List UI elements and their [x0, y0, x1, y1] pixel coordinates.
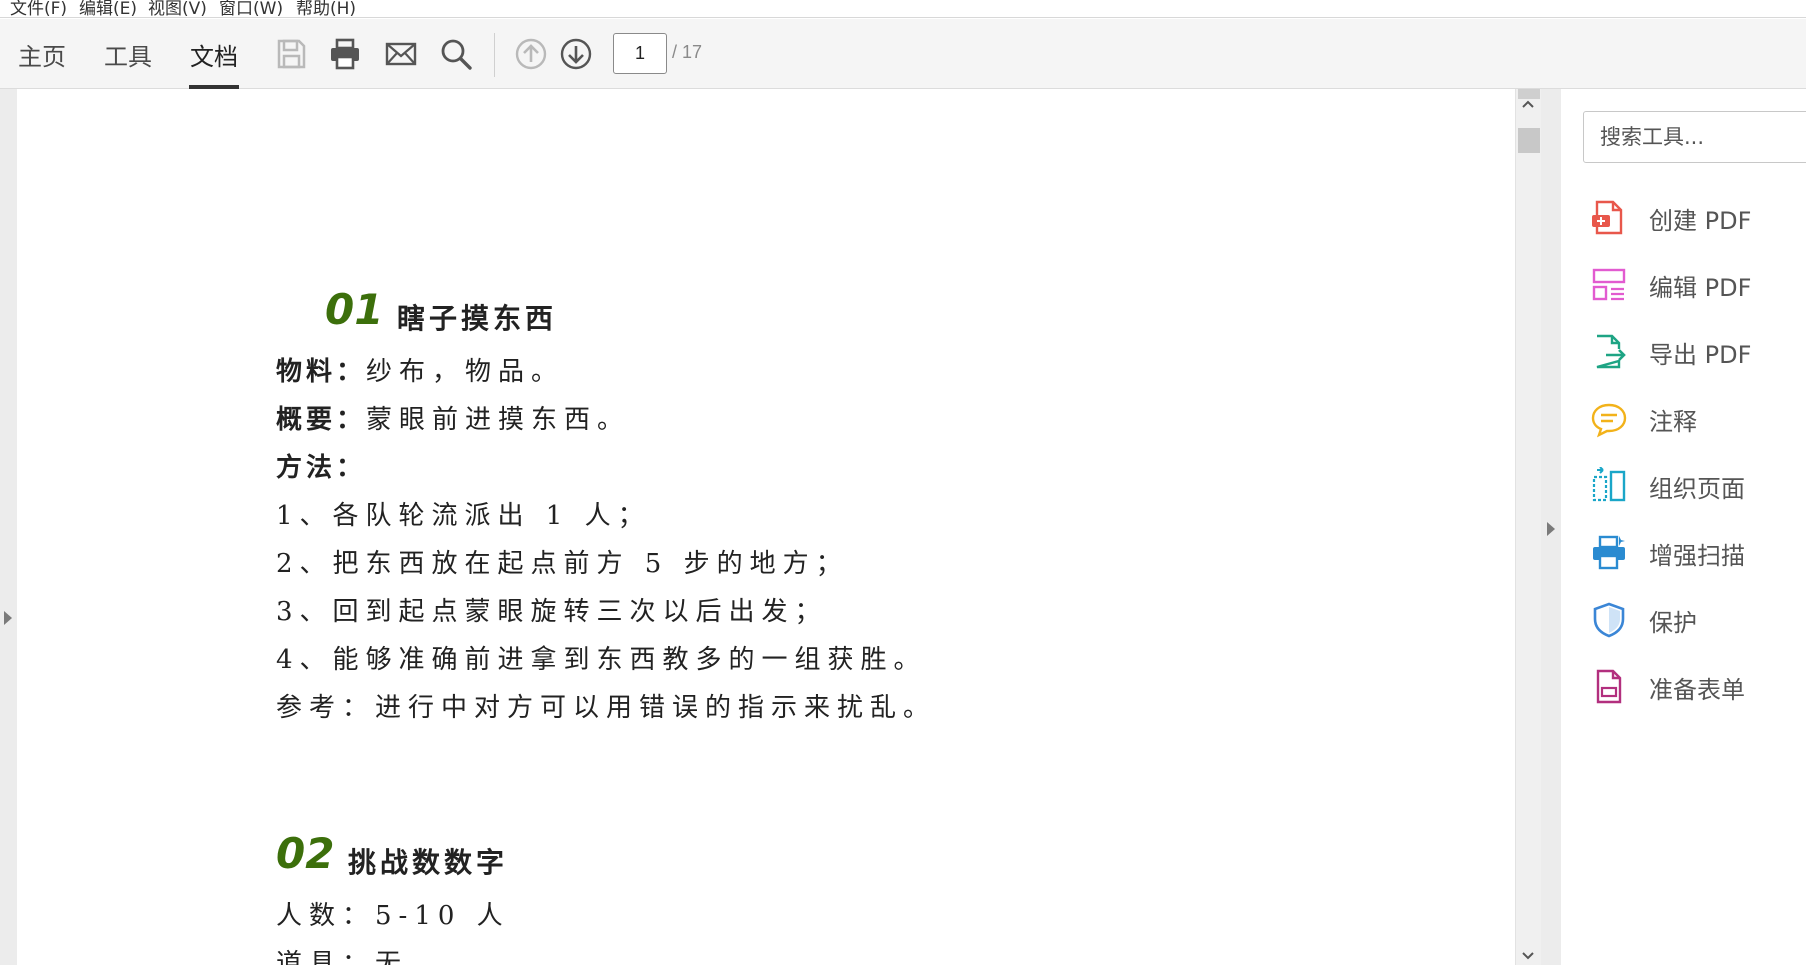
protect-icon	[1591, 601, 1627, 639]
organize-pages-icon	[1591, 466, 1627, 505]
envelope-icon	[385, 42, 417, 66]
left-pane-toggle-strip[interactable]	[0, 89, 17, 965]
save-icon	[277, 39, 306, 69]
section-1-line: 概要：蒙眼前进摸东西。	[276, 399, 630, 436]
tool-label: 组织页面	[1649, 475, 1745, 503]
section-1-line: 2、把东西放在起点前方 5 步的地方；	[276, 543, 849, 580]
enhance-scan-icon	[1591, 534, 1627, 572]
section-1-line: 4、能够准确前进拿到东西教多的一组获胜。	[276, 639, 927, 676]
search-icon	[441, 39, 472, 70]
tool-export-pdf[interactable]: 导出 PDF	[1591, 327, 1806, 377]
line-text: 人数：5-10 人	[276, 901, 510, 931]
menu-view[interactable]: 视图(V)	[148, 0, 207, 17]
tool-edit-pdf[interactable]: 编辑 PDF	[1591, 260, 1806, 310]
collapse-right-pane-icon[interactable]	[1547, 522, 1555, 536]
section-1-title: 瞎子摸东西	[397, 302, 558, 335]
line-text: 4、能够准确前进拿到东西教多的一组获胜。	[276, 645, 927, 675]
line-text: 纱布，物品。	[366, 357, 565, 387]
previous-page-button[interactable]	[511, 34, 551, 74]
menu-help[interactable]: 帮助(H)	[296, 0, 356, 17]
expand-left-pane-icon[interactable]	[4, 611, 12, 625]
line-text: 1、各队轮流派出 1 人；	[276, 501, 651, 531]
export-pdf-icon	[1591, 333, 1627, 371]
section-2-line: 人数：5-10 人	[276, 895, 510, 932]
page-number-input[interactable]	[613, 33, 667, 74]
save-button[interactable]	[271, 34, 311, 74]
tool-create-pdf[interactable]: 创建 PDF	[1591, 193, 1806, 243]
section-2-line: 道具：无	[276, 943, 408, 965]
tool-label: 编辑 PDF	[1649, 274, 1752, 302]
vertical-scrollbar[interactable]	[1515, 89, 1541, 965]
toolbar: 主页 工具 文档 1 / 17	[0, 19, 1806, 89]
prepare-form-icon	[1591, 668, 1627, 706]
section-2-title: 挑战数数字	[348, 846, 509, 879]
line-text: 蒙眼前进摸东西。	[366, 405, 631, 435]
tool-label: 导出 PDF	[1649, 341, 1752, 369]
tool-label: 创建 PDF	[1649, 207, 1752, 235]
scroll-down-icon[interactable]	[1521, 951, 1535, 961]
section-1-line: 物料：纱布，物品。	[276, 351, 564, 388]
tab-home[interactable]: 主页	[18, 37, 66, 89]
tool-prepare-form[interactable]: 准备表单	[1591, 662, 1806, 712]
tools-pane: 创建 PDF 编辑 PDF 导出 PDF 注释 组织页面	[1561, 89, 1806, 965]
line-text: 参考：进行中对方可以用错误的指示来扰乱。	[276, 693, 937, 723]
section-1-line: 参考：进行中对方可以用错误的指示来扰乱。	[276, 687, 936, 724]
create-pdf-icon	[1591, 199, 1627, 237]
tool-enhance-scan[interactable]: 增强扫描	[1591, 528, 1806, 578]
line-text: 3、回到起点蒙眼旋转三次以后出发；	[276, 597, 828, 627]
tool-comment[interactable]: 注释	[1591, 394, 1806, 444]
menu-bar: 文件(F) 编辑(E) 视图(V) 窗口(W) 帮助(H)	[0, 0, 1806, 18]
document-page: 01 瞎子摸东西 物料：纱布，物品。 概要：蒙眼前进摸东西。 方法： 1、各队轮…	[17, 89, 1515, 965]
right-pane-toggle-strip[interactable]	[1541, 89, 1561, 965]
comment-icon	[1591, 400, 1627, 438]
menu-window[interactable]: 窗口(W)	[219, 0, 283, 17]
menu-edit[interactable]: 编辑(E)	[79, 0, 137, 17]
scroll-up-icon[interactable]	[1521, 99, 1535, 109]
search-tools-input[interactable]	[1583, 111, 1806, 163]
tab-tools[interactable]: 工具	[104, 37, 152, 89]
scroll-thumb[interactable]	[1518, 128, 1540, 153]
line-label: 方法：	[276, 453, 367, 483]
pdf-reader-window: 文件(F) 编辑(E) 视图(V) 窗口(W) 帮助(H) 主页 工具 文档 1…	[0, 0, 1806, 965]
scroll-track-top	[1518, 89, 1540, 99]
section-1-line: 3、回到起点蒙眼旋转三次以后出发；	[276, 591, 828, 628]
toolbar-divider	[494, 33, 495, 77]
section-1-number: 01	[325, 285, 384, 334]
tab-document[interactable]: 文档	[189, 37, 239, 89]
arrow-down-circle-icon	[560, 38, 592, 70]
menu-file[interactable]: 文件(F)	[10, 0, 67, 17]
edit-pdf-icon	[1591, 266, 1627, 304]
tool-protect[interactable]: 保护	[1591, 595, 1806, 645]
section-1-line: 方法：	[276, 447, 366, 484]
line-text: 道具：无	[276, 949, 409, 965]
line-label: 概要：	[276, 405, 367, 435]
print-icon	[331, 38, 359, 70]
tool-label: 保护	[1649, 609, 1697, 637]
line-label: 物料：	[276, 357, 367, 387]
tool-organize-pages[interactable]: 组织页面	[1591, 461, 1806, 511]
page-total: / 17	[672, 42, 703, 62]
section-2-number: 02	[276, 829, 335, 878]
tool-label: 准备表单	[1649, 676, 1745, 704]
line-text: 2、把东西放在起点前方 5 步的地方；	[276, 549, 849, 579]
tool-label: 注释	[1649, 408, 1697, 436]
print-button[interactable]	[325, 34, 365, 74]
next-page-button[interactable]	[556, 34, 596, 74]
arrow-up-circle-icon	[515, 38, 547, 70]
find-button[interactable]	[436, 34, 476, 74]
email-button[interactable]	[381, 34, 421, 74]
tool-label: 增强扫描	[1649, 542, 1745, 570]
section-1-line: 1、各队轮流派出 1 人；	[276, 495, 651, 532]
